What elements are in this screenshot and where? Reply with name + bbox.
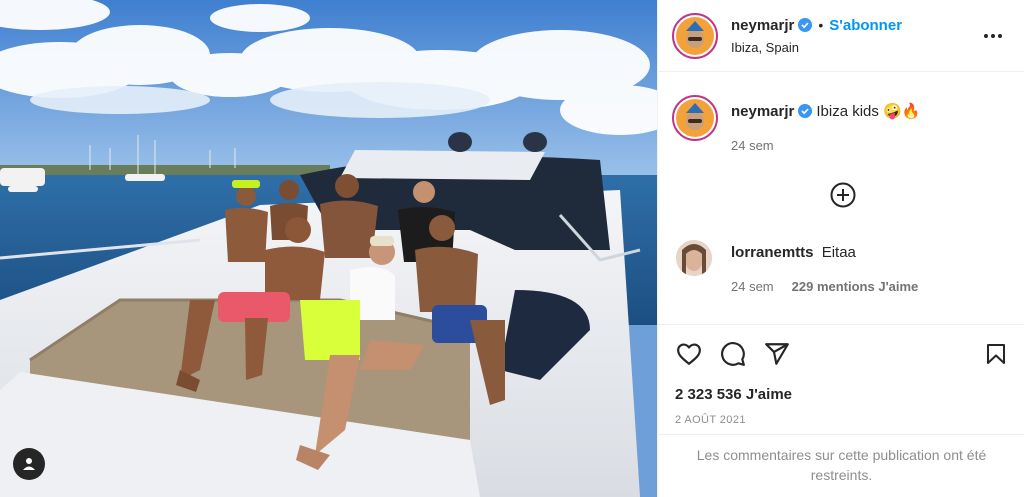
caption-username[interactable]: neymarjr: [731, 103, 794, 120]
heart-icon[interactable]: [676, 341, 702, 367]
post-photo[interactable]: [0, 0, 657, 497]
avatar-image: [676, 240, 712, 276]
action-bar: [658, 324, 1024, 374]
post-side-panel: neymarjr • S'abonner Ibiza, Spain neymarj…: [657, 0, 1024, 497]
bookmark-icon[interactable]: [984, 341, 1008, 367]
paper-plane-icon[interactable]: [764, 341, 790, 367]
caption-time[interactable]: 24 sem: [731, 138, 774, 153]
comment-username[interactable]: lorranemtts: [731, 244, 814, 261]
post-date[interactable]: 2 AOÛT 2021: [675, 414, 746, 426]
caption-author-avatar[interactable]: [672, 95, 718, 141]
comment-text: Eitaa: [821, 244, 856, 261]
avatar-image: [676, 99, 714, 137]
comment-likes[interactable]: 229 mentions J'aime: [792, 279, 919, 294]
post-location[interactable]: Ibiza, Spain: [731, 40, 799, 55]
caption: neymarjr Ibiza kids 🤪🔥: [731, 102, 920, 120]
post-image: [0, 0, 657, 497]
caption-text: Ibiza kids 🤪🔥: [816, 103, 921, 120]
separator-dot: •: [818, 17, 824, 33]
comment-icon[interactable]: [720, 341, 746, 367]
follow-button[interactable]: S'abonner: [829, 17, 902, 34]
comment-meta: 24 sem 229 mentions J'aime: [731, 279, 918, 294]
author-avatar[interactable]: [672, 13, 718, 59]
plus-circle-icon[interactable]: [829, 181, 857, 209]
verified-badge-icon: [798, 104, 813, 118]
comment: lorranemtts Eitaa: [731, 244, 856, 261]
header-name-row: neymarjr • S'abonner: [731, 17, 902, 34]
comment-time[interactable]: 24 sem: [731, 279, 774, 294]
person-icon: [23, 458, 35, 470]
tagged-users-button[interactable]: [13, 448, 45, 480]
post-header: neymarjr • S'abonner Ibiza, Spain: [658, 0, 1024, 72]
verified-badge-icon: [798, 18, 813, 32]
avatar-image: [676, 17, 714, 55]
comments-restricted-notice: Les commentaires sur cette publication o…: [658, 434, 1024, 497]
commenter-avatar[interactable]: [676, 240, 712, 276]
likes-count[interactable]: 2 323 536 J'aime: [675, 386, 792, 403]
ellipsis-icon[interactable]: [983, 22, 1003, 42]
author-username[interactable]: neymarjr: [731, 17, 794, 34]
